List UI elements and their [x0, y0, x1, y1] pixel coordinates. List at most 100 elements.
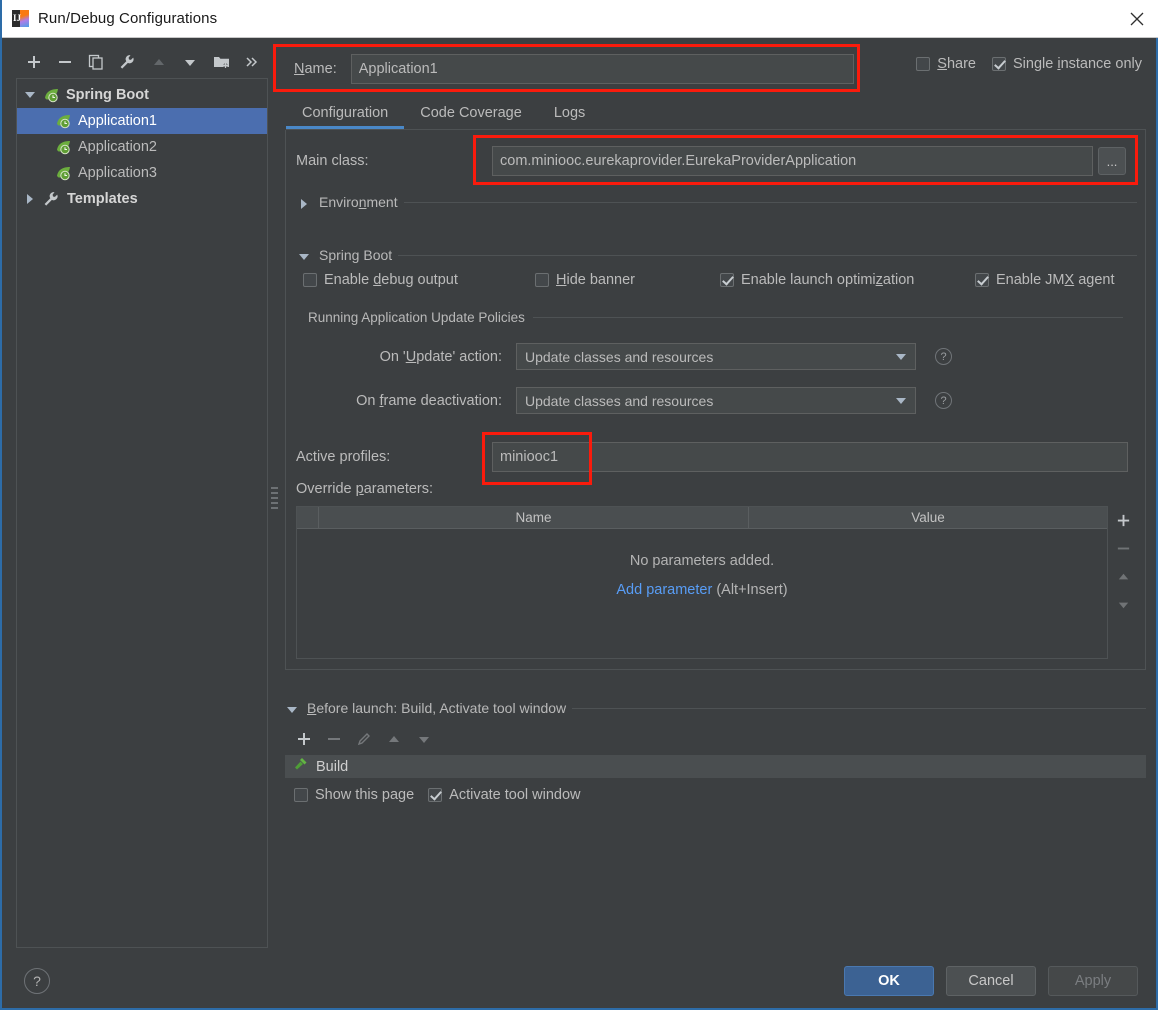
spring-boot-section-label: Spring Boot	[319, 247, 393, 263]
triangle-right-icon[interactable]	[23, 191, 39, 207]
activate-tool-window-checkbox[interactable]: Activate tool window	[428, 787, 581, 803]
minus-icon	[320, 726, 348, 752]
enable-debug-output-label: Enable debug output	[324, 272, 458, 288]
environment-label: Environment	[319, 194, 398, 210]
triangle-down-icon[interactable]	[23, 87, 39, 103]
chevron-down-icon	[896, 398, 906, 404]
group-label-text: Running Application Update Policies	[308, 310, 525, 325]
enable-launch-optimization-checkbox[interactable]: Enable launch optimization	[720, 272, 975, 288]
parameters-side-toolbar	[1109, 506, 1137, 659]
tree-node-templates[interactable]: Templates	[17, 186, 267, 212]
frame-deactivation-row: On frame deactivation: Update classes an…	[334, 387, 1124, 414]
show-this-page-label: Show this page	[315, 787, 415, 803]
question-circle-icon: ?	[33, 973, 41, 989]
configurations-toolbar	[18, 48, 268, 76]
frame-deactivation-combo[interactable]: Update classes and resources	[516, 387, 916, 414]
before-launch-task-build[interactable]: Build	[285, 755, 1146, 778]
main-class-input[interactable]	[492, 146, 1093, 176]
checkbox-box	[428, 788, 443, 802]
tree-node-spring-boot[interactable]: Spring Boot	[17, 82, 267, 108]
triangle-down-icon[interactable]	[297, 249, 309, 261]
task-label: Build	[316, 758, 349, 775]
intellij-idea-icon: IJ	[12, 10, 29, 27]
add-parameter-link[interactable]: Add parameter	[616, 582, 712, 598]
tab-label: Code Coverage	[420, 105, 522, 121]
table-header-index	[297, 507, 319, 528]
panel-splitter[interactable]	[271, 487, 279, 509]
checkbox-box	[535, 273, 549, 287]
environment-section-header[interactable]: Environment	[297, 194, 1137, 210]
override-parameters-label: Override parameters:	[296, 481, 434, 497]
table-header-row: Name Value	[297, 507, 1107, 529]
before-launch-toolbar	[290, 726, 438, 752]
name-input[interactable]	[350, 54, 854, 84]
question-circle-icon[interactable]: ?	[935, 392, 952, 409]
ellipsis-icon: ...	[1106, 153, 1118, 169]
plus-icon[interactable]	[290, 726, 318, 752]
share-checkbox[interactable]: Share	[916, 56, 976, 72]
enable-debug-output-checkbox[interactable]: Enable debug output	[303, 272, 535, 288]
folder-add-icon[interactable]	[206, 49, 237, 75]
checkbox-box	[294, 788, 308, 802]
help-button[interactable]: ?	[24, 968, 50, 994]
name-label: Name:	[294, 61, 337, 77]
tree-node-application2[interactable]: Application2	[17, 134, 267, 160]
triangle-down-icon[interactable]	[285, 702, 297, 714]
copy-icon[interactable]	[81, 49, 112, 75]
configuration-panel: Main class: ... Environment Spring Boot …	[285, 130, 1146, 670]
tab-configuration[interactable]: Configuration	[286, 102, 405, 129]
spring-boot-leaf-icon	[43, 87, 63, 103]
plus-icon[interactable]	[1112, 509, 1134, 531]
override-parameters-table: Name Value No parameters added. Add para…	[296, 506, 1108, 659]
update-action-label: On 'Update' action:	[379, 348, 502, 365]
spring-boot-section-header[interactable]: Spring Boot	[297, 247, 1137, 263]
checkbox-box	[303, 273, 317, 287]
tab-bar: Configuration Code Coverage Logs	[286, 102, 1146, 130]
arrow-down-icon[interactable]	[174, 49, 205, 75]
arrow-up-icon	[1112, 565, 1134, 587]
main-class-browse-button[interactable]: ...	[1098, 147, 1126, 175]
wrench-icon[interactable]	[112, 49, 143, 75]
question-circle-icon[interactable]: ?	[935, 348, 952, 365]
active-profiles-label: Active profiles:	[296, 449, 391, 465]
top-options: Share Single instance only	[916, 56, 1142, 72]
enable-jmx-agent-checkbox[interactable]: Enable JMX agent	[975, 272, 1115, 288]
active-profiles-input[interactable]	[492, 442, 1128, 472]
checkbox-box	[992, 57, 1006, 71]
before-launch-options: Show this page Activate tool window	[294, 787, 581, 803]
table-body: No parameters added. Add parameter (Alt+…	[297, 529, 1107, 658]
close-icon[interactable]	[1114, 0, 1158, 37]
enable-launch-optimization-label: Enable launch optimization	[741, 272, 915, 288]
single-instance-only-checkbox[interactable]: Single instance only	[992, 56, 1142, 72]
tab-code-coverage[interactable]: Code Coverage	[404, 102, 538, 128]
ok-button[interactable]: OK	[844, 966, 934, 996]
button-label: OK	[878, 973, 900, 989]
tree-node-application1[interactable]: Application1	[17, 108, 267, 134]
main-class-row: Main class: ...	[296, 146, 1136, 176]
arrow-up-icon	[380, 726, 408, 752]
spring-boot-leaf-icon	[55, 113, 75, 129]
hide-banner-label: Hide banner	[556, 272, 636, 288]
before-launch-header[interactable]: Before launch: Build, Activate tool wind…	[285, 700, 1146, 716]
hammer-icon	[292, 757, 308, 777]
minus-icon[interactable]	[49, 49, 80, 75]
cancel-button[interactable]: Cancel	[946, 966, 1036, 996]
frame-deactivation-label: On frame deactivation:	[356, 392, 502, 409]
chevron-double-right-icon[interactable]	[237, 49, 268, 75]
share-label: Share	[937, 56, 976, 72]
hide-banner-checkbox[interactable]: Hide banner	[535, 272, 720, 288]
empty-table-message: No parameters added.	[629, 553, 775, 569]
update-action-value: Update classes and resources	[525, 348, 714, 365]
plus-icon[interactable]	[18, 49, 49, 75]
update-action-combo[interactable]: Update classes and resources	[516, 343, 916, 370]
arrow-down-icon	[410, 726, 438, 752]
tab-logs[interactable]: Logs	[538, 102, 601, 128]
triangle-right-icon[interactable]	[297, 196, 309, 209]
arrow-up-icon	[143, 49, 174, 75]
tree-node-application3[interactable]: Application3	[17, 160, 267, 186]
before-launch-label: Before launch: Build, Activate tool wind…	[307, 700, 567, 716]
show-this-page-checkbox[interactable]: Show this page	[294, 787, 414, 803]
button-label: Cancel	[968, 973, 1014, 989]
tab-label: Logs	[553, 105, 586, 121]
arrow-down-icon	[1112, 593, 1134, 615]
